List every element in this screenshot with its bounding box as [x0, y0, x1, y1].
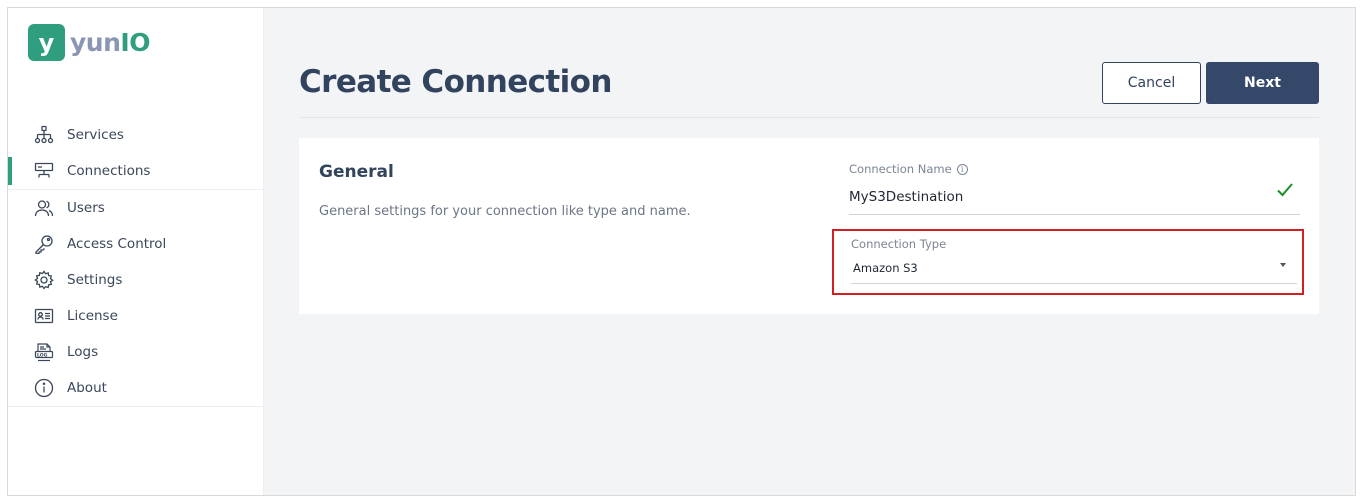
- logs-icon: LOG: [33, 341, 55, 363]
- sidebar-item-services[interactable]: Services: [8, 117, 264, 153]
- info-icon: [33, 377, 55, 399]
- sidebar-item-settings[interactable]: Settings: [8, 262, 264, 298]
- sidebar-item-label: Settings: [67, 272, 123, 288]
- section-description: General settings for your connection lik…: [319, 204, 691, 219]
- select-underline: [851, 283, 1297, 284]
- input-underline: [849, 214, 1300, 215]
- logo-mark: y: [28, 24, 65, 61]
- sidebar-item-label: Access Control: [67, 236, 167, 252]
- chevron-down-icon[interactable]: [1280, 263, 1286, 267]
- id-card-icon: [33, 305, 55, 327]
- sidebar-item-label: Users: [67, 200, 105, 216]
- section-title: General: [319, 162, 394, 182]
- key-icon: [33, 233, 55, 255]
- logo[interactable]: y yunIO: [28, 24, 150, 61]
- connection-name-input[interactable]: MyS3Destination: [849, 189, 963, 205]
- connection-icon: [33, 160, 55, 182]
- checkmark-icon: [1276, 181, 1294, 203]
- sidebar-item-label: Connections: [67, 163, 151, 179]
- divider: [299, 117, 1319, 118]
- divider: [8, 406, 264, 407]
- app-window: y yunIO Services Connections Users Acces…: [7, 7, 1356, 496]
- sidebar-item-label: Services: [67, 127, 124, 143]
- svg-text:LOG: LOG: [37, 353, 48, 359]
- users-icon: [33, 197, 55, 219]
- sidebar-item-users[interactable]: Users: [8, 190, 264, 226]
- connection-name-label: Connection Name i: [849, 162, 968, 176]
- connection-type-select[interactable]: Amazon S3: [853, 261, 918, 275]
- sidebar-item-label: About: [67, 380, 107, 396]
- general-settings-card: General General settings for your connec…: [299, 138, 1319, 314]
- cancel-button[interactable]: Cancel: [1102, 62, 1201, 104]
- sidebar-item-label: License: [67, 308, 118, 324]
- logo-text: yunIO: [70, 28, 150, 57]
- sidebar-item-logs[interactable]: LOG Logs: [8, 334, 264, 370]
- sidebar-item-connections[interactable]: Connections: [8, 153, 264, 189]
- connection-type-label: Connection Type: [851, 237, 947, 251]
- sidebar-item-about[interactable]: About: [8, 370, 264, 406]
- sidebar-item-access-control[interactable]: Access Control: [8, 226, 264, 262]
- sidebar-nav: Services Connections Users Access Contro: [8, 117, 264, 407]
- page-title: Create Connection: [299, 64, 612, 100]
- sidebar-item-label: Logs: [67, 344, 99, 360]
- sitemap-icon: [33, 124, 55, 146]
- gear-icon: [33, 269, 55, 291]
- next-button[interactable]: Next: [1206, 62, 1319, 104]
- sidebar: y yunIO Services Connections Users Acces…: [8, 8, 264, 495]
- sidebar-item-license[interactable]: License: [8, 298, 264, 334]
- info-icon[interactable]: i: [956, 163, 968, 175]
